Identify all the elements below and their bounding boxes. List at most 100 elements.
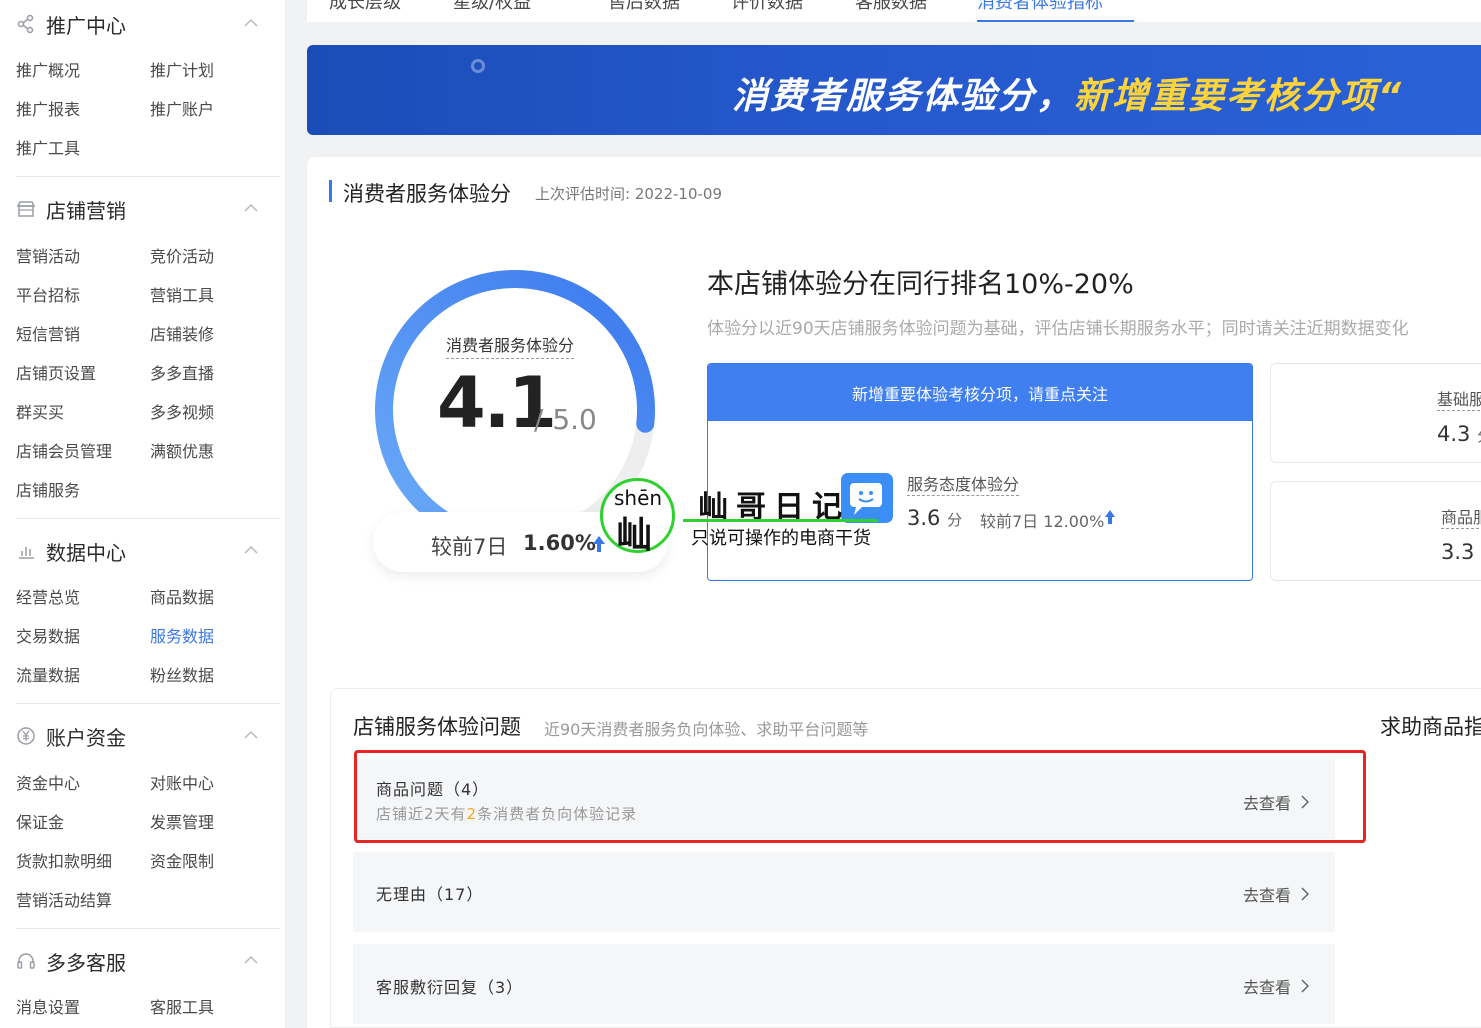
sidebar-item-activity-settlement[interactable]: 营销活动结算 (16, 887, 112, 911)
bar-chart-icon (19, 547, 34, 559)
issues-title: 店铺服务体验问题 (353, 715, 521, 739)
sidebar-item-business-overview[interactable]: 经营总览 (16, 584, 80, 608)
sidebar-section-marketing-header[interactable]: 店铺营销 (16, 195, 266, 223)
watermark-underline (683, 519, 878, 522)
tab-after-sales-data[interactable]: 售后数据 (608, 0, 680, 14)
tab-cs-data[interactable]: 客服数据 (855, 0, 927, 14)
chevron-right-icon (1301, 979, 1309, 993)
tab-review-data[interactable]: 评价数据 (731, 0, 803, 14)
sidebar-item-group-buy[interactable]: 群买买 (16, 399, 64, 423)
sidebar-item-cs-tools[interactable]: 客服工具 (150, 994, 214, 1018)
chevron-up-icon[interactable] (244, 953, 258, 967)
sidebar-section-customer-service-header[interactable]: 多多客服 (16, 947, 266, 975)
yen-icon (17, 727, 35, 745)
side-card-label: 基础服 (1437, 386, 1481, 411)
sidebar-item-traffic-data[interactable]: 流量数据 (16, 662, 80, 686)
headset-icon (17, 953, 35, 969)
title-accent-bar (329, 180, 332, 202)
sidebar-item-live-stream[interactable]: 多多直播 (150, 360, 214, 384)
tab-consumer-experience[interactable]: 消费者体验指标 (977, 0, 1103, 14)
issue-row-perfunctory-reply[interactable]: 客服敷衍回复（3） 去查看 (353, 944, 1335, 1024)
sidebar-section-title: 账户资金 (46, 725, 126, 750)
sidebar-item-deposit[interactable]: 保证金 (16, 809, 64, 833)
sidebar-item-fund-center[interactable]: 资金中心 (16, 770, 80, 794)
sidebar-item-invoice[interactable]: 发票管理 (150, 809, 214, 833)
new-item-label[interactable]: 服务态度体验分 (907, 471, 1020, 496)
sidebar-item-trade-data[interactable]: 交易数据 (16, 623, 80, 647)
shop-icon (16, 201, 36, 217)
sidebar-item-bidding-activity[interactable]: 竞价活动 (150, 243, 214, 267)
watermark-subtitle: 只说可操作的电商干货 (691, 528, 871, 549)
view-link[interactable]: 去查看 (1243, 882, 1309, 906)
banner-headline: 消费者服务体验分，新增重要考核分项“ (732, 76, 1404, 117)
chevron-up-icon[interactable] (244, 201, 258, 215)
tab-star-rights[interactable]: 星级/权益 (453, 0, 531, 14)
share-icon (17, 14, 34, 34)
side-card-basic-service[interactable]: 基础服 4.3 分 (1270, 363, 1481, 463)
compare-label: 较前7日 (431, 535, 508, 559)
issue-row-no-reason[interactable]: 无理由（17） 去查看 (353, 852, 1335, 932)
sidebar-item-marketing-activity[interactable]: 营销活动 (16, 243, 80, 267)
sidebar-item-marketing-tools[interactable]: 营销工具 (150, 282, 214, 306)
sidebar-item-platform-tender[interactable]: 平台招标 (16, 282, 80, 306)
sidebar-item-shop-service[interactable]: 店铺服务 (16, 477, 80, 501)
chevron-up-icon[interactable] (244, 16, 258, 30)
side-card-product-service[interactable]: 商品服 3.3 分 (1270, 481, 1481, 581)
score-max: / 5.0 (534, 403, 597, 436)
sidebar-item-product-data[interactable]: 商品数据 (150, 584, 214, 608)
sidebar-item-promotion-report[interactable]: 推广报表 (16, 96, 80, 120)
sidebar-section-title: 推广中心 (46, 13, 126, 38)
sidebar-section-promotion-header[interactable]: 推广中心 (16, 10, 266, 38)
sidebar-item-shop-decoration[interactable]: 店铺装修 (150, 321, 214, 345)
sidebar-item-member-management[interactable]: 店铺会员管理 (16, 438, 112, 462)
issues-subtitle: 近90天消费者服务负向体验、求助平台问题等 (544, 720, 869, 739)
new-item-value: 3.6 分 (907, 506, 963, 530)
sidebar-item-deduction-detail[interactable]: 货款扣款明细 (16, 848, 112, 872)
new-item-compare: 较前7日 12.00% (980, 512, 1105, 531)
section-title: 消费者服务体验分 (343, 182, 511, 206)
watermark-char: 屾 (616, 515, 653, 556)
eval-time: 上次评估时间: 2022-10-09 (535, 185, 722, 203)
issue-row-title: 无理由（17） (376, 885, 484, 904)
side-card-value: 4.3 分 (1437, 422, 1481, 446)
chevron-up-icon[interactable] (244, 728, 258, 742)
arrow-up-icon (1105, 510, 1115, 524)
tab-growth-level[interactable]: 成长层级 (329, 0, 401, 14)
side-card-label: 商品服 (1441, 504, 1481, 529)
sidebar-divider (16, 928, 280, 929)
view-link[interactable]: 去查看 (1243, 974, 1309, 998)
sidebar-section-funds-header[interactable]: 账户资金 (16, 722, 266, 750)
sidebar-item-fans-data[interactable]: 粉丝数据 (150, 662, 214, 686)
active-tab-indicator (977, 20, 1134, 22)
sidebar-section-title: 店铺营销 (46, 198, 126, 223)
sidebar-section-data-header[interactable]: 数据中心 (16, 537, 266, 565)
highlight-box (354, 750, 1366, 843)
sidebar-divider (16, 176, 280, 177)
sidebar-item-video[interactable]: 多多视频 (150, 399, 214, 423)
sidebar-item-promotion-account[interactable]: 推广账户 (150, 96, 214, 120)
sidebar-item-sms-marketing[interactable]: 短信营销 (16, 321, 80, 345)
compare-value: 1.60% (523, 531, 596, 555)
sidebar-section-title: 数据中心 (46, 540, 126, 565)
sidebar-item-promotion-tools[interactable]: 推广工具 (16, 135, 80, 159)
side-card-value: 3.3 分 (1441, 540, 1475, 564)
sidebar-item-service-data[interactable]: 服务数据 (150, 623, 214, 647)
arrow-up-icon (593, 536, 605, 552)
sidebar-item-discount[interactable]: 满额优惠 (150, 438, 214, 462)
rank-headline: 本店铺体验分在同行排名10%-20% (707, 269, 1134, 300)
sidebar-item-fund-limit[interactable]: 资金限制 (150, 848, 214, 872)
sidebar-divider (16, 518, 280, 519)
help-products-title: 求助商品指 (1380, 715, 1481, 739)
chevron-up-icon[interactable] (244, 543, 258, 557)
sidebar-item-promotion-plan[interactable]: 推广计划 (150, 57, 214, 81)
sidebar-item-shop-page-settings[interactable]: 店铺页设置 (16, 360, 96, 384)
sidebar-item-message-settings[interactable]: 消息设置 (16, 994, 80, 1018)
promo-banner[interactable]: 消费者服务体验分，新增重要考核分项“ (307, 45, 1481, 135)
gauge-label[interactable]: 消费者服务体验分 (446, 332, 575, 359)
sidebar-item-promotion-overview[interactable]: 推广概况 (16, 57, 80, 81)
sidebar: 推广中心 推广概况 推广计划 推广报表 推广账户 推广工具 店铺营销 营销活动 … (0, 0, 285, 1028)
issue-row-title: 客服敷衍回复（3） (376, 978, 524, 997)
rank-description: 体验分以近90天店铺服务体验问题为基础，评估店铺长期服务水平；同时请关注近期数据… (707, 319, 1409, 339)
sidebar-item-reconciliation[interactable]: 对账中心 (150, 770, 214, 794)
banner-decoration (471, 59, 485, 73)
